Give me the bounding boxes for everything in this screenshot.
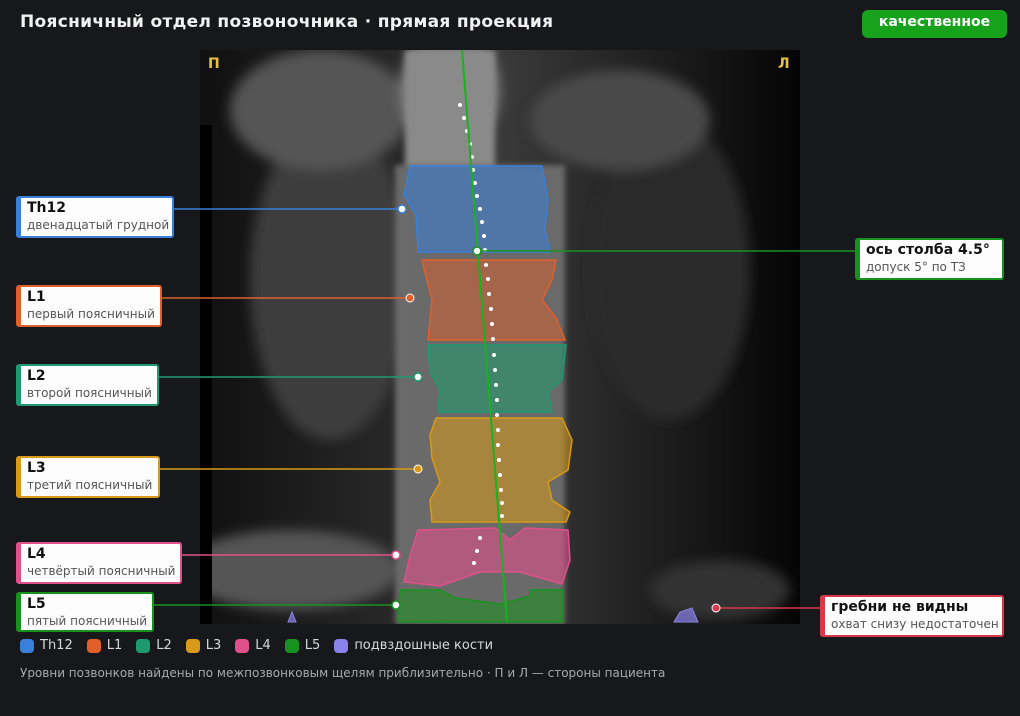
spinal-axis-tolerance: допуск 5° по ТЗ [866,260,966,274]
callout-l1-label: L1 [27,289,46,305]
legend-swatch [136,638,151,653]
footnote: Уровни позвонков найдены по межпозвонков… [20,666,666,680]
patient-right-marker: П [208,56,220,72]
callout-th12-desc: двенадцатый грудной [27,218,170,232]
callout-l5[interactable]: L5 пятый поясничный [16,592,154,632]
callout-l4-label: L4 [27,546,46,562]
legend-swatch [334,638,349,653]
callout-l2-label: L2 [27,368,46,384]
callout-l3-desc: третий поясничный [27,478,153,492]
legend-item-l2[interactable]: L2 [136,638,172,653]
callout-l4-desc: четвёртый поясничный [27,564,176,578]
spinal-axis-angle: ось столба 4.5° [866,242,990,258]
callout-l3[interactable]: L3 третий поясничный [16,456,160,498]
legend-label: L5 [304,638,321,653]
callout-l5-desc: пятый поясничный [27,614,147,628]
callout-l5-label: L5 [27,596,46,612]
legend-item-th12[interactable]: Th12 [20,638,73,653]
legend-swatch [284,638,299,653]
legend-item-l3[interactable]: L3 [185,638,222,653]
legend-item-l5[interactable]: L5 [284,638,321,653]
legend-item-l4[interactable]: L4 [235,638,271,653]
legend-swatch [20,638,34,653]
legend-label: L3 [205,638,222,653]
legend-swatch [235,638,250,653]
callout-spinal-axis[interactable]: ось столба 4.5° допуск 5° по ТЗ [855,238,1004,280]
callout-iliac-warning[interactable]: гребни не видны охват снизу недостаточен [820,595,1004,637]
legend-label: Th12 [40,638,73,653]
iliac-warning-title: гребни не видны [831,599,969,615]
legend-label: L4 [255,638,271,653]
legend-label: L1 [106,638,123,653]
callout-l1-desc: первый поясничный [27,307,155,321]
callout-l2[interactable]: L2 второй поясничный [16,364,159,406]
page-title: Поясничный отдел позвоночника · прямая п… [20,12,554,32]
legend-swatch [86,638,101,653]
legend-swatch [185,638,200,653]
callout-l3-label: L3 [27,460,46,476]
callout-th12[interactable]: Th12 двенадцатый грудной [16,196,174,238]
callout-th12-label: Th12 [27,200,66,216]
legend-label: L2 [156,638,172,653]
callout-l2-desc: второй поясничный [27,386,152,400]
legend-item-iliac[interactable]: подвздошные кости [334,638,493,653]
patient-left-marker: Л [778,56,790,72]
legend-label: подвздошные кости [354,638,494,653]
callout-l4[interactable]: L4 четвёртый поясничный [16,542,182,584]
xray-image[interactable] [200,50,800,624]
iliac-warning-desc: охват снизу недостаточен [831,617,999,631]
quality-status-badge: качественное [862,10,1007,38]
legend-item-l1[interactable]: L1 [86,638,123,653]
callout-l1[interactable]: L1 первый поясничный [16,285,162,327]
legend: Th12 L1 L2 L3 L4 L5 подвздошные кости [20,638,507,653]
